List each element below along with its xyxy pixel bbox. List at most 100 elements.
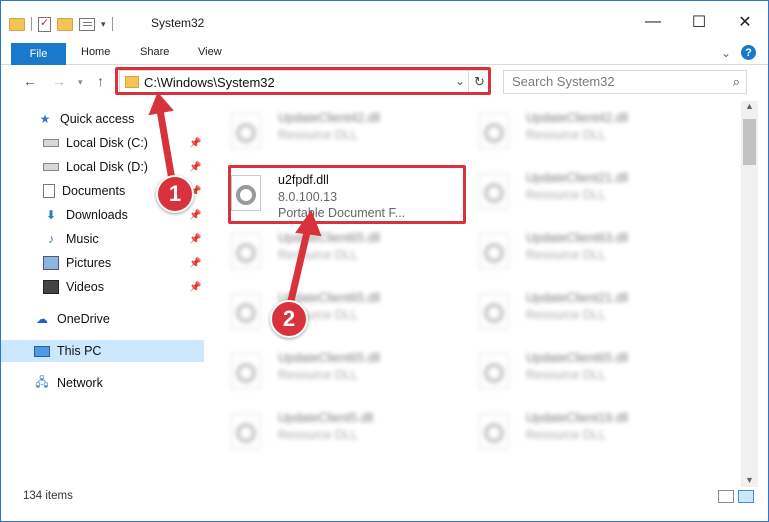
vertical-scrollbar[interactable]: ▲ ▼ — [741, 101, 758, 487]
file-tile[interactable]: UpdateClient65.dll Resource DLL — [206, 341, 446, 397]
tab-share[interactable]: Share — [140, 46, 169, 58]
maximize-button[interactable]: ☐ — [676, 1, 722, 43]
scroll-up-arrow-icon[interactable]: ▲ — [745, 101, 754, 111]
dll-file-icon — [479, 413, 509, 449]
back-arrow-icon[interactable]: ← — [23, 73, 37, 89]
file-name: UpdateClient21.dll — [526, 171, 629, 185]
sidebar-item-quick-access[interactable]: ★ Quick access — [1, 108, 204, 130]
view-options-icon[interactable] — [79, 17, 95, 31]
toolbar-separator — [111, 17, 113, 31]
file-type: Resource DLL — [526, 308, 606, 322]
file-tile[interactable]: UpdateClient42.dll Resource DLL — [206, 101, 446, 157]
sidebar-item-label: Quick access — [60, 112, 135, 126]
close-button[interactable]: ✕ — [722, 1, 768, 43]
customize-toolbar-chevron-icon[interactable]: ▾ — [101, 19, 106, 30]
tab-home[interactable]: Home — [81, 46, 110, 58]
star-icon: ★ — [39, 112, 51, 126]
properties-icon[interactable] — [38, 16, 51, 32]
file-name: UpdateClient19.dll — [526, 411, 629, 425]
view-toggle — [718, 490, 754, 503]
file-tile[interactable]: UpdateClient21.dll Resource DLL — [454, 161, 694, 217]
sidebar-item-this-pc[interactable]: This PC — [1, 340, 204, 362]
pin-icon[interactable]: 📌 — [189, 258, 201, 269]
music-icon: ♪ — [48, 232, 54, 246]
file-type: Resource DLL — [278, 248, 358, 262]
search-icon[interactable]: ⌕ — [733, 74, 740, 90]
file-tile[interactable]: UpdateClient42.dll Resource DLL — [454, 101, 694, 157]
pin-icon[interactable]: 📌 — [189, 234, 201, 245]
item-count: 134 items — [23, 490, 73, 502]
dll-file-icon — [479, 233, 509, 269]
title-bar: ▾ System32 — ☐ ✕ — [1, 1, 768, 43]
gear-icon — [484, 363, 504, 383]
up-arrow-icon[interactable]: ↑ — [97, 73, 104, 89]
file-tile[interactable]: UpdateClient65.dll Resource DLL — [454, 341, 694, 397]
gear-icon — [484, 243, 504, 263]
help-icon[interactable]: ? — [741, 45, 756, 60]
file-tile[interactable]: UpdateClient19.dll Resource DLL — [454, 401, 694, 457]
gear-icon — [236, 243, 256, 263]
sidebar-item-local-disk-c[interactable]: Local Disk (C:) 📌 — [1, 132, 204, 154]
pin-icon[interactable]: 📌 — [189, 210, 201, 221]
dll-file-icon — [479, 353, 509, 389]
cloud-icon: ☁ — [36, 312, 48, 326]
file-tile[interactable]: UpdateClient65.dll Resource DLL — [206, 221, 446, 277]
dll-file-icon — [231, 413, 261, 449]
minimize-button[interactable]: — — [630, 1, 676, 43]
dll-file-icon — [231, 293, 261, 329]
large-icons-view-icon[interactable] — [738, 490, 754, 503]
scrollbar-thumb[interactable] — [743, 119, 756, 165]
pin-icon[interactable]: 📌 — [189, 138, 201, 149]
sidebar-item-pictures[interactable]: Pictures 📌 — [1, 252, 204, 274]
file-name: UpdateClient65.dll — [278, 351, 381, 365]
file-tile[interactable]: UpdateClient63.dll Resource DLL — [454, 221, 694, 277]
window-title: System32 — [151, 16, 205, 30]
tab-view[interactable]: View — [198, 46, 222, 58]
file-type: Resource DLL — [526, 428, 606, 442]
gear-icon — [484, 123, 504, 143]
sidebar-item-label: Local Disk (D:) — [66, 160, 148, 174]
navigation-pane: ★ Quick access Local Disk (C:) 📌 Local D… — [1, 101, 206, 481]
folder-icon[interactable] — [9, 17, 25, 31]
drive-icon — [43, 139, 59, 147]
dll-file-icon — [479, 293, 509, 329]
sidebar-item-network[interactable]: 🖧 Network — [1, 372, 204, 394]
gear-icon — [484, 183, 504, 203]
file-type: Resource DLL — [526, 188, 606, 202]
pin-icon[interactable]: 📌 — [189, 282, 201, 293]
drive-icon — [43, 163, 59, 171]
sidebar-item-onedrive[interactable]: ☁ OneDrive — [1, 308, 204, 330]
sidebar-item-videos[interactable]: Videos 📌 — [1, 276, 204, 298]
scroll-down-arrow-icon[interactable]: ▼ — [745, 475, 754, 485]
computer-icon — [34, 345, 50, 357]
expand-ribbon-chevron-icon[interactable]: ⌄ — [721, 46, 731, 60]
forward-arrow-icon[interactable]: → — [52, 73, 66, 89]
quick-access-toolbar: ▾ — [9, 13, 113, 35]
file-type: Resource DLL — [278, 128, 358, 142]
recent-locations-chevron-icon[interactable]: ▾ — [78, 77, 83, 88]
file-name: UpdateClient63.dll — [526, 231, 629, 245]
file-name: UpdateClient5.dll — [278, 411, 374, 425]
sidebar-item-label: Downloads — [66, 208, 128, 222]
file-tile[interactable]: UpdateClient21.dll Resource DLL — [454, 281, 694, 337]
sidebar-item-music[interactable]: ♪ Music 📌 — [1, 228, 204, 250]
file-type: Resource DLL — [526, 128, 606, 142]
search-box[interactable]: ⌕ — [503, 70, 747, 94]
new-folder-icon[interactable] — [57, 17, 73, 31]
dll-file-icon — [231, 353, 261, 389]
status-bar: 134 items — [1, 487, 768, 509]
gear-icon — [484, 303, 504, 323]
sidebar-item-label: Pictures — [66, 256, 112, 270]
file-type: Resource DLL — [526, 368, 606, 382]
sidebar-item-label: Network — [57, 376, 103, 390]
file-tile[interactable]: UpdateClient5.dll Resource DLL — [206, 401, 446, 457]
file-tile[interactable]: UpdateClient65.dll Resource DLL — [206, 281, 446, 337]
file-name: UpdateClient65.dll — [526, 351, 629, 365]
pin-icon[interactable]: 📌 — [189, 162, 201, 173]
details-view-icon[interactable] — [718, 490, 734, 503]
document-icon — [43, 184, 55, 198]
step-badge-2: 2 — [270, 300, 308, 338]
search-input[interactable] — [512, 74, 712, 89]
tab-file[interactable]: File — [11, 43, 66, 65]
sidebar-item-label: OneDrive — [57, 312, 110, 326]
